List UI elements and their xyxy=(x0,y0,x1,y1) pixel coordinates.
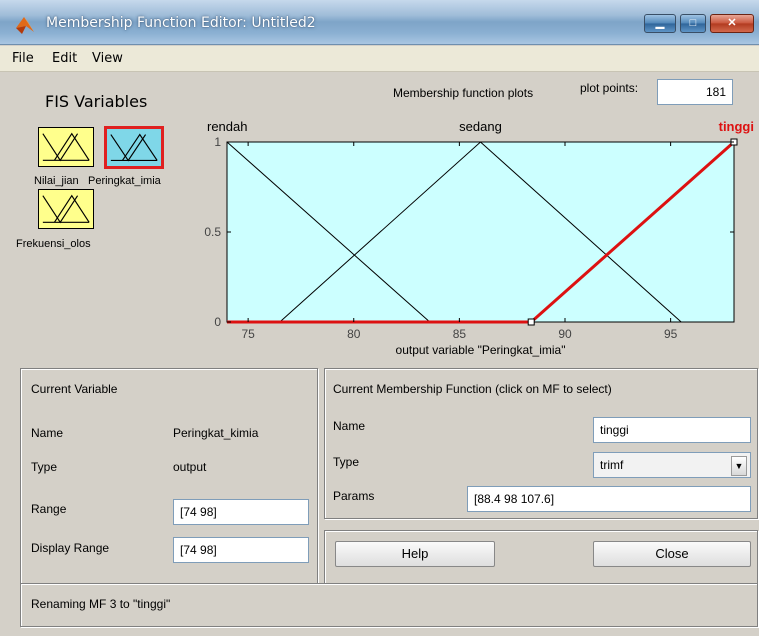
menu-file[interactable]: File xyxy=(12,51,34,66)
var-type-value: output xyxy=(173,460,207,474)
var-range-input[interactable]: [74 98] xyxy=(173,499,309,525)
current-variable-heading: Current Variable xyxy=(31,382,118,396)
help-button[interactable]: Help xyxy=(335,541,495,567)
menu-edit[interactable]: Edit xyxy=(52,51,77,66)
status-text: Renaming MF 3 to "tinggi" xyxy=(31,597,171,611)
xtick-label: 85 xyxy=(453,327,467,341)
menu-view[interactable]: View xyxy=(92,51,123,66)
mf-handle-tinggi-0[interactable] xyxy=(527,318,535,326)
xtick-label: 80 xyxy=(347,327,361,341)
minimize-button[interactable]: ▁ xyxy=(644,14,676,33)
current-variable-panel: Current Variable Name Peringkat_kimia Ty… xyxy=(20,368,318,601)
mf-plot[interactable]: rendah sedang tinggi 75 80 85 90 95 0 0.5 1 outpu… xyxy=(0,72,759,372)
var-name-value: Peringkat_kimia xyxy=(173,426,259,440)
matlab-icon xyxy=(16,17,34,34)
mf-type-value: trimf xyxy=(600,458,624,472)
ytick-label: 1 xyxy=(214,135,221,149)
mf-label-rendah[interactable]: rendah xyxy=(207,119,247,134)
display-range-label: Display Range xyxy=(31,541,110,555)
chevron-down-icon[interactable]: ▼ xyxy=(731,456,747,476)
xtick-label: 95 xyxy=(664,327,678,341)
close-window-button[interactable]: ✕ xyxy=(710,14,754,33)
current-mf-panel: Current Membership Function (click on MF… xyxy=(324,368,758,519)
var-name-label: Name xyxy=(31,426,64,440)
menu-bar: File Edit View xyxy=(0,46,759,72)
mf-type-label: Type xyxy=(333,455,360,469)
mf-params-label: Params xyxy=(333,489,375,503)
window-title: Membership Function Editor: Untitled2 xyxy=(46,15,316,31)
ytick-label: 0.5 xyxy=(204,225,221,239)
var-range-label: Range xyxy=(31,502,67,516)
mf-editor-window: Membership Function Editor: Untitled2 ▁ … xyxy=(0,0,759,636)
current-mf-heading: Current Membership Function (click on MF… xyxy=(333,382,612,396)
plot-background xyxy=(226,141,735,323)
plot-xlabel: output variable "Peringkat_imia" xyxy=(396,343,566,357)
ytick-label: 0 xyxy=(214,315,221,329)
close-button[interactable]: Close xyxy=(593,541,751,567)
client-area: FIS Variables Nilai_jian Peringkat_imia xyxy=(0,72,759,636)
mf-params-input[interactable]: [88.4 98 107.6] xyxy=(467,486,751,512)
maximize-button[interactable]: □ xyxy=(680,14,706,33)
xtick-label: 75 xyxy=(241,327,255,341)
mf-name-input[interactable]: tinggi xyxy=(593,417,751,443)
mf-label-tinggi[interactable]: tinggi xyxy=(719,119,754,134)
var-type-label: Type xyxy=(31,460,58,474)
mf-label-sedang[interactable]: sedang xyxy=(459,119,502,134)
mf-name-label: Name xyxy=(333,419,366,433)
display-range-input[interactable]: [74 98] xyxy=(173,537,309,563)
mf-type-select[interactable]: trimf ▼ xyxy=(593,452,751,478)
xtick-label: 90 xyxy=(558,327,572,341)
status-panel: Renaming MF 3 to "tinggi" xyxy=(20,583,758,627)
title-bar[interactable]: Membership Function Editor: Untitled2 ▁ … xyxy=(0,0,759,45)
